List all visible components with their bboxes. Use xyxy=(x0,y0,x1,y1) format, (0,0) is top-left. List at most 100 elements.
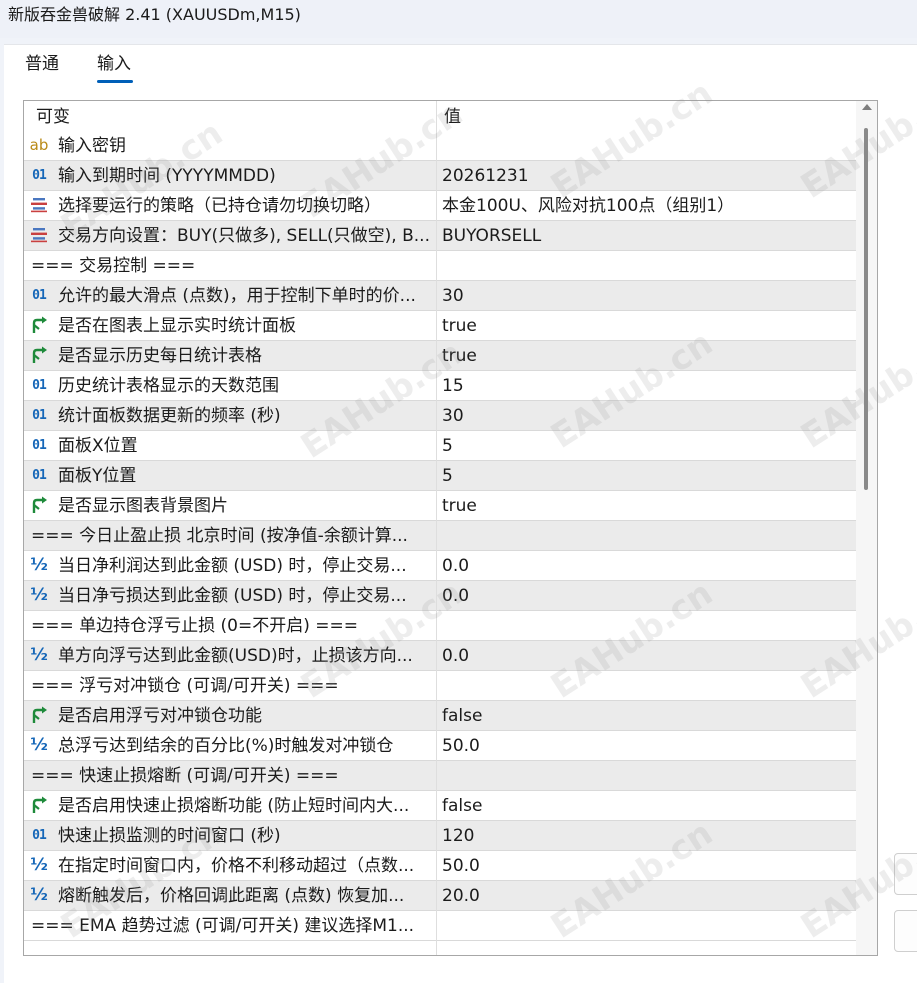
input-value[interactable]: 本金100U、风险对抗100点（组别1） xyxy=(442,196,850,216)
input-row[interactable]: ½ 熔断触发后，价格回调此距离 (点数) 恢复加... 20.0 xyxy=(24,881,856,911)
input-value[interactable]: true xyxy=(442,316,850,336)
column-header-value[interactable]: 值 xyxy=(444,107,461,127)
input-value[interactable]: 5 xyxy=(442,466,850,486)
input-row[interactable]: 选择要运行的策略（已持仓请勿切换切略） 本金100U、风险对抗100点（组别1） xyxy=(24,191,856,221)
input-value[interactable]: 15 xyxy=(442,376,850,396)
input-name: 是否显示历史每日统计表格 xyxy=(58,346,262,366)
input-group-header-row[interactable]: === EMA 趋势过滤 (可调/可开关) 建议选择M1... xyxy=(24,911,856,941)
double-type-icon: ½ xyxy=(30,855,48,875)
input-row[interactable]: ab 输入密钥 xyxy=(24,131,856,161)
window-title: 新版吞金兽破解 2.41 (XAUUSDm,M15) xyxy=(8,5,301,24)
input-group-header-row[interactable]: === 浮亏对冲锁仓 (可调/可开关) === xyxy=(24,671,856,701)
tab-common[interactable]: 普通 xyxy=(25,53,59,75)
input-name: 快速止损监测的时间窗口 (秒) xyxy=(58,826,281,846)
tab-inputs[interactable]: 输入 xyxy=(97,53,131,75)
input-name: 历史统计表格显示的天数范围 xyxy=(58,376,279,396)
scroll-up-arrow-icon[interactable] xyxy=(862,104,872,110)
input-group-header-row[interactable]: === 交易控制 === xyxy=(24,251,856,281)
input-name: 面板X位置 xyxy=(58,436,138,456)
side-button[interactable] xyxy=(894,910,917,952)
input-row[interactable]: 01 面板X位置 5 xyxy=(24,431,856,461)
input-value[interactable]: 0.0 xyxy=(442,586,850,606)
title-bar: 新版吞金兽破解 2.41 (XAUUSDm,M15) xyxy=(0,0,917,38)
input-name: 交易方向设置：BUY(只做多), SELL(只做空), B... xyxy=(58,226,430,246)
double-type-icon: ½ xyxy=(30,735,48,755)
input-row[interactable]: 01 统计面板数据更新的频率 (秒) 30 xyxy=(24,401,856,431)
column-divider xyxy=(436,101,437,955)
input-name: === 今日止盈止损 北京时间 (按净值-余额计算... xyxy=(31,526,408,546)
vertical-scrollbar[interactable] xyxy=(856,101,877,955)
enum-type-icon xyxy=(28,226,50,244)
input-value[interactable]: 30 xyxy=(442,406,850,426)
input-row[interactable]: ½ 总浮亏达到结余的百分比(%)时触发对冲锁仓 50.0 xyxy=(24,731,856,761)
input-name: 单方向浮亏达到此金额(USD)时，止损该方向... xyxy=(58,646,413,666)
double-type-icon: ½ xyxy=(30,555,48,575)
input-row[interactable]: 01 输入到期时间 (YYYYMMDD) 20261231 xyxy=(24,161,856,191)
input-row[interactable]: 是否在图表上显示实时统计面板 true xyxy=(24,311,856,341)
input-value[interactable]: 5 xyxy=(442,436,850,456)
input-name: 当日净利润达到此金额 (USD) 时，停止交易... xyxy=(58,556,407,576)
integer-type-icon: 01 xyxy=(32,437,47,453)
input-name: 在指定时间窗口内，价格不利移动超过（点数... xyxy=(58,856,415,876)
input-name: 是否显示图表背景图片 xyxy=(58,496,228,516)
input-group-header-row[interactable]: === 快速止损熔断 (可调/可开关) === xyxy=(24,761,856,791)
bool-type-icon xyxy=(28,346,50,364)
input-row[interactable]: ½ 当日净利润达到此金额 (USD) 时，停止交易... 0.0 xyxy=(24,551,856,581)
integer-type-icon: 01 xyxy=(32,377,47,393)
input-value[interactable]: 20261231 xyxy=(442,166,850,186)
inputs-grid: 可变 值 ab 输入密钥 01 输入到期时间 (YYYYMMDD) 20261231 选择… xyxy=(23,100,878,956)
input-row[interactable]: 是否启用快速止损熔断功能 (防止短时间内大... false xyxy=(24,791,856,821)
input-row[interactable]: ½ 当日净亏损达到此金额 (USD) 时，停止交易... 0.0 xyxy=(24,581,856,611)
input-name: 选择要运行的策略（已持仓请勿切换切略） xyxy=(58,196,381,216)
input-row[interactable]: 是否显示图表背景图片 true xyxy=(24,491,856,521)
active-tab-indicator xyxy=(97,80,133,83)
input-row[interactable]: 01 快速止损监测的时间窗口 (秒) 120 xyxy=(24,821,856,851)
input-row[interactable]: ½ 单方向浮亏达到此金额(USD)时，止损该方向... 0.0 xyxy=(24,641,856,671)
side-button[interactable] xyxy=(894,853,917,895)
bool-type-icon xyxy=(28,496,50,514)
input-value[interactable]: 0.0 xyxy=(442,646,850,666)
input-row[interactable]: 01 面板Y位置 5 xyxy=(24,461,856,491)
input-value[interactable]: true xyxy=(442,496,850,516)
input-name: === EMA 趋势过滤 (可调/可开关) 建议选择M1... xyxy=(31,916,415,936)
input-row[interactable]: 交易方向设置：BUY(只做多), SELL(只做空), B... BUYORSEL… xyxy=(24,221,856,251)
enum-type-icon xyxy=(28,196,50,214)
input-value[interactable]: true xyxy=(442,346,850,366)
grid-header: 可变 值 xyxy=(24,101,876,131)
scroll-thumb[interactable] xyxy=(864,128,868,490)
grid-rows: ab 输入密钥 01 输入到期时间 (YYYYMMDD) 20261231 选择要运行的策… xyxy=(24,131,856,941)
input-value[interactable]: 120 xyxy=(442,826,850,846)
input-name: 允许的最大滑点 (点数)，用于控制下单时的价... xyxy=(58,286,416,306)
input-row[interactable]: ½ 在指定时间窗口内，价格不利移动超过（点数... 50.0 xyxy=(24,851,856,881)
input-group-header-row[interactable]: === 单边持仓浮亏止损 (0=不开启) === xyxy=(24,611,856,641)
input-value[interactable]: 50.0 xyxy=(442,736,850,756)
input-value[interactable]: 50.0 xyxy=(442,856,850,876)
properties-dialog: 普通 输入 可变 值 ab 输入密钥 01 输入到期时间 (YYYYMMDD) 2026… xyxy=(4,44,917,983)
integer-type-icon: 01 xyxy=(32,287,47,303)
input-value[interactable]: false xyxy=(442,796,850,816)
double-type-icon: ½ xyxy=(30,885,48,905)
input-name: 当日净亏损达到此金额 (USD) 时，停止交易... xyxy=(58,586,407,606)
input-value[interactable]: 0.0 xyxy=(442,556,850,576)
input-value[interactable]: false xyxy=(442,706,850,726)
integer-type-icon: 01 xyxy=(32,827,47,843)
input-name: 是否在图表上显示实时统计面板 xyxy=(58,316,296,336)
input-name: === 快速止损熔断 (可调/可开关) === xyxy=(31,766,339,786)
input-value[interactable]: 20.0 xyxy=(442,886,850,906)
input-group-header-row[interactable]: === 今日止盈止损 北京时间 (按净值-余额计算... xyxy=(24,521,856,551)
integer-type-icon: 01 xyxy=(32,167,47,183)
input-name: 面板Y位置 xyxy=(58,466,137,486)
bool-type-icon xyxy=(28,706,50,724)
integer-type-icon: 01 xyxy=(32,467,47,483)
double-type-icon: ½ xyxy=(30,585,48,605)
input-row[interactable]: 01 历史统计表格显示的天数范围 15 xyxy=(24,371,856,401)
input-name: 总浮亏达到结余的百分比(%)时触发对冲锁仓 xyxy=(58,736,394,756)
column-header-variable[interactable]: 可变 xyxy=(36,107,70,127)
input-value[interactable]: BUYORSELL xyxy=(442,226,850,246)
input-row[interactable]: 是否显示历史每日统计表格 true xyxy=(24,341,856,371)
input-row[interactable]: 是否启用浮亏对冲锁仓功能 false xyxy=(24,701,856,731)
input-name: 输入密钥 xyxy=(58,136,126,156)
input-row[interactable]: 01 允许的最大滑点 (点数)，用于控制下单时的价... 30 xyxy=(24,281,856,311)
input-value[interactable]: 30 xyxy=(442,286,850,306)
double-type-icon: ½ xyxy=(30,645,48,665)
